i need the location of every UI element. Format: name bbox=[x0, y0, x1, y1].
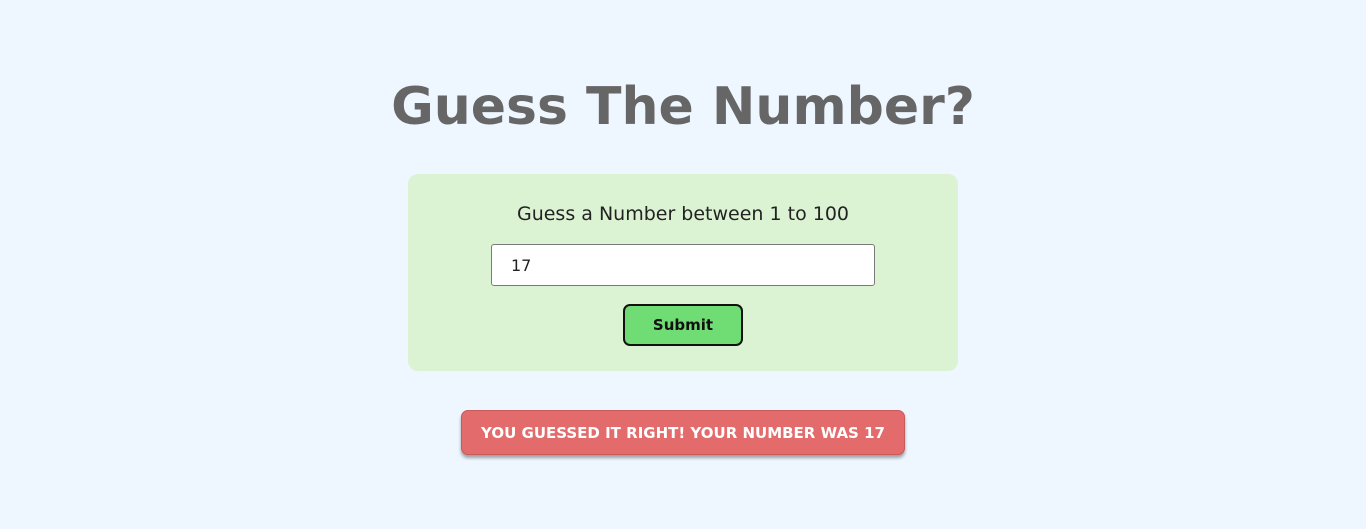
result-message: YOU GUESSED IT RIGHT! YOUR NUMBER WAS 17 bbox=[481, 423, 885, 442]
game-page: Guess The Number? Guess a Number between… bbox=[0, 0, 1366, 529]
page-title: Guess The Number? bbox=[391, 77, 975, 137]
submit-button[interactable]: Submit bbox=[623, 304, 743, 346]
guess-input[interactable] bbox=[491, 244, 875, 286]
guess-card: Guess a Number between 1 to 100 Submit bbox=[408, 174, 958, 371]
result-banner: YOU GUESSED IT RIGHT! YOUR NUMBER WAS 17 bbox=[461, 410, 905, 455]
guess-prompt: Guess a Number between 1 to 100 bbox=[516, 203, 850, 225]
